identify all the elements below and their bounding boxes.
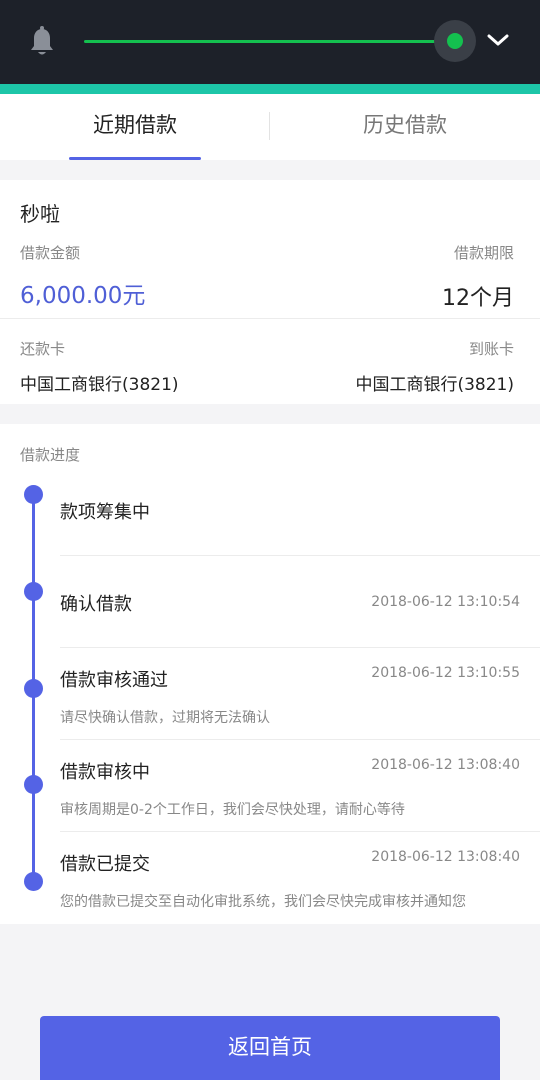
- timeline-dot: [24, 679, 43, 698]
- return-home-button[interactable]: 返回首页: [40, 1016, 500, 1080]
- step-description: 请尽快确认借款，过期将无法确认: [60, 710, 270, 726]
- divider: [60, 647, 540, 648]
- repay-card-value: 中国工商银行(3821): [20, 375, 179, 395]
- product-name: 秒啦: [20, 202, 60, 226]
- step-title: 借款审核中: [60, 762, 150, 783]
- timeline-dot: [24, 582, 43, 601]
- timeline-step: 借款已提交 2018-06-12 13:08:40 您的借款已提交至自动化审批系…: [0, 424, 540, 910]
- bell-icon[interactable]: [28, 26, 56, 58]
- brightness-slider-handle[interactable]: [447, 33, 463, 49]
- loan-progress-card: 借款进度 款项筹集中 确认借款 2018-06-12 13:10:54 借款审核…: [0, 424, 540, 924]
- loan-term: 12个月: [442, 286, 514, 311]
- header-accent-strip: [0, 84, 540, 94]
- amount-label: 借款金额: [20, 244, 81, 262]
- step-time: 2018-06-12 13:08:40: [371, 757, 520, 773]
- notification-bar: [0, 0, 540, 84]
- divider: [60, 555, 540, 556]
- active-tab-indicator: [69, 157, 201, 160]
- timeline-dot: [24, 775, 43, 794]
- divider: [60, 831, 540, 832]
- loan-summary-card: 秒啦 借款金额 借款期限 6,000.00元 12个月 还款卡 到账卡 中国工商…: [0, 180, 540, 404]
- term-label: 借款期限: [453, 244, 514, 262]
- step-title: 借款审核通过: [60, 670, 168, 691]
- step-description: 审核周期是0-2个工作日，我们会尽快处理，请耐心等待: [60, 802, 405, 818]
- timeline-dot: [24, 872, 43, 891]
- tab-recent-loans[interactable]: 近期借款: [0, 94, 270, 160]
- step-title: 借款已提交: [60, 854, 150, 875]
- step-description: 您的借款已提交至自动化审批系统，我们会尽快完成审核并通知您: [60, 894, 466, 910]
- step-time: 2018-06-12 13:10:55: [371, 665, 520, 681]
- step-time: 2018-06-12 13:10:54: [371, 594, 520, 610]
- brightness-slider-track[interactable]: [84, 40, 456, 43]
- tab-history-loans[interactable]: 历史借款: [270, 94, 540, 160]
- step-title: 确认借款: [60, 594, 132, 615]
- loan-tabs: 近期借款 历史借款: [0, 94, 540, 160]
- divider: [0, 318, 540, 319]
- step-time: 2018-06-12 13:08:40: [371, 849, 520, 865]
- divider: [60, 739, 540, 740]
- chevron-down-icon[interactable]: [486, 30, 510, 50]
- receive-card-label: 到账卡: [468, 340, 514, 358]
- loan-amount: 6,000.00元: [20, 283, 146, 309]
- repay-card-label: 还款卡: [20, 340, 66, 358]
- receive-card-value: 中国工商银行(3821): [355, 375, 514, 395]
